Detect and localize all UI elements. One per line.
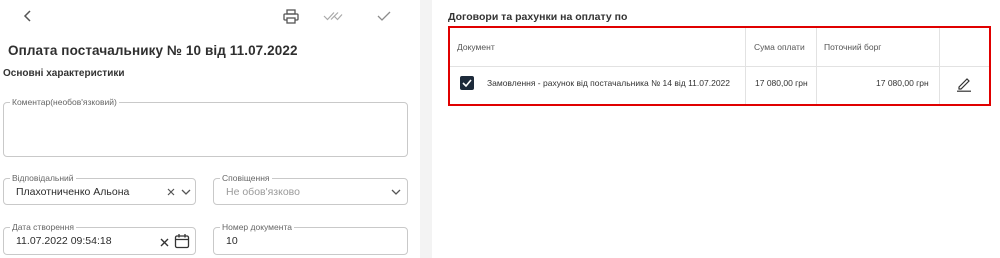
clear-icon[interactable] (166, 186, 176, 198)
notification-select[interactable]: Сповіщення Не обов'язково (213, 173, 408, 205)
contracts-table: Документ Сума оплати Поточний борг Замов… (448, 26, 991, 106)
row-document[interactable]: Замовлення - рахунок від постачальника №… (487, 78, 730, 88)
document-form-panel: Оплата постачальнику № 10 від 11.07.2022… (0, 0, 420, 258)
column-header-amount: Сума оплати (754, 42, 805, 52)
responsible-value: Плахотниченко Альона (16, 186, 130, 198)
comment-field[interactable]: Коментар(необов'язковий) (3, 97, 408, 157)
clear-icon[interactable] (159, 236, 169, 248)
printer-icon[interactable] (282, 7, 300, 25)
header-divider (450, 66, 989, 67)
calendar-icon[interactable] (173, 232, 191, 250)
contracts-section-title: Договори та рахунки на оплату по (448, 11, 628, 23)
double-check-icon[interactable] (322, 9, 344, 23)
notification-label: Сповіщення (220, 173, 272, 184)
column-header-debt: Поточний борг (824, 42, 882, 52)
edit-icon[interactable] (955, 75, 973, 93)
section-title-main-characteristics: Основні характеристики (3, 68, 125, 79)
row-checkbox[interactable] (460, 76, 474, 90)
created-date-label: Дата створення (10, 222, 76, 233)
panel-divider (420, 0, 432, 258)
page-title: Оплата постачальнику № 10 від 11.07.2022 (8, 43, 298, 58)
responsible-label: Відповідальний (10, 173, 76, 184)
document-number-value: 10 (226, 235, 238, 247)
row-debt: 17 080,00 грн (876, 78, 929, 88)
check-icon[interactable] (376, 9, 392, 23)
document-number-label: Номер документа (220, 222, 294, 233)
created-date-field[interactable]: Дата створення 11.07.2022 09:54:18 (3, 222, 196, 255)
chevron-down-icon[interactable] (180, 187, 192, 197)
responsible-select[interactable]: Відповідальний Плахотниченко Альона (3, 173, 196, 205)
comment-label: Коментар(необов'язковий) (10, 97, 119, 108)
document-number-field[interactable]: Номер документа 10 (213, 222, 408, 255)
column-header-document: Документ (457, 42, 495, 52)
chevron-down-icon[interactable] (390, 187, 402, 197)
row-amount: 17 080,00 грн (755, 78, 808, 88)
notification-placeholder: Не обов'язково (226, 186, 300, 198)
chevron-left-icon[interactable] (20, 8, 36, 24)
created-date-value: 11.07.2022 09:54:18 (16, 235, 112, 247)
contracts-panel: Договори та рахунки на оплату по Докумен… (432, 0, 1000, 258)
